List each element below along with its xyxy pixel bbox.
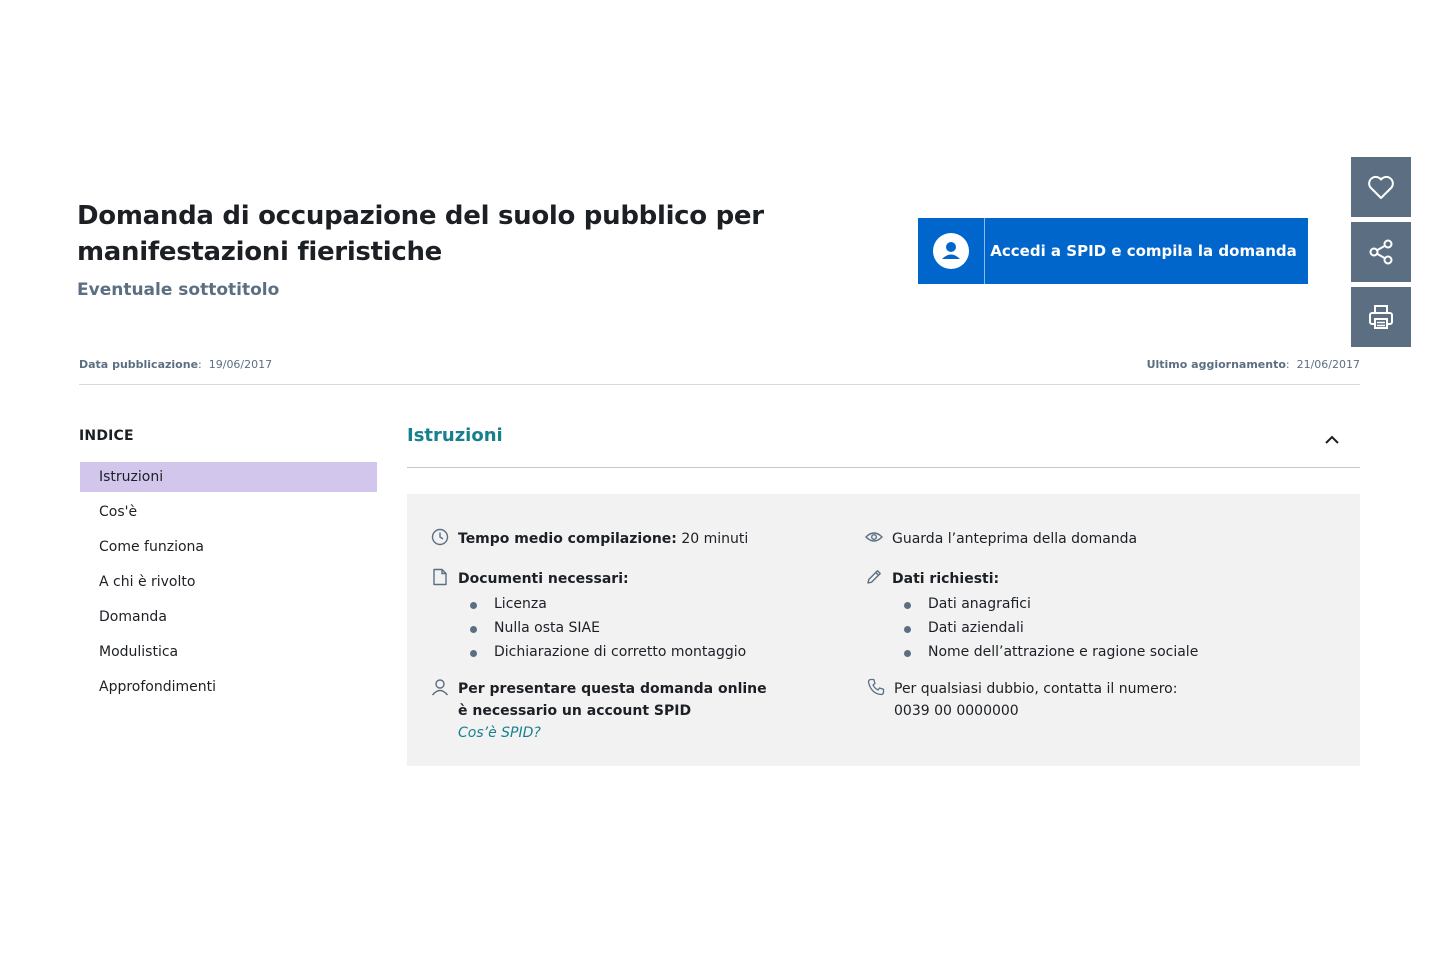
index-item-domanda[interactable]: Domanda [80,602,377,637]
what-is-spid-link[interactable]: Cos’è SPID? [458,725,541,741]
updated-date: Ultimo aggiornamento: 21/06/2017 [1146,358,1360,371]
index-item-modulistica[interactable]: Modulistica [80,637,377,672]
user-outline-icon [431,679,449,696]
list-item: Nulla osta SIAE [458,616,746,640]
index-item-a-chi-e-rivolto[interactable]: A chi è rivolto [80,567,377,602]
data-list: Dati anagrafici Dati aziendali Nome dell… [892,592,1198,664]
index-nav: Istruzioni Cos'è Come funziona A chi è r… [80,462,377,707]
index-item-come-funziona[interactable]: Come funziona [80,532,377,567]
page-title: Domanda di occupazione del suolo pubblic… [77,201,764,267]
heart-icon [1368,175,1394,199]
index-item-istruzioni[interactable]: Istruzioni [80,462,377,492]
spid-login-label: Accedi a SPID e compila la domanda [990,242,1297,260]
share-icon [1369,239,1393,265]
preview-link[interactable]: Guarda l’anteprima della domanda [892,528,1137,550]
phone-icon [867,678,885,696]
list-item: Licenza [458,592,746,616]
share-button[interactable] [1351,222,1411,282]
eye-icon [865,532,883,542]
clock-icon [431,528,449,546]
favorite-button[interactable] [1351,157,1411,217]
published-date: Data pubblicazione: 19/06/2017 [79,358,273,371]
pencil-icon [867,570,881,584]
document-icon [433,568,447,586]
list-item: Dati anagrafici [892,592,1198,616]
section-header[interactable]: Istruzioni [407,420,1360,468]
index-item-cos-e[interactable]: Cos'è [80,497,377,532]
section-title: Istruzioni [407,425,503,446]
index-title: INDICE [79,428,134,444]
index-item-approfondimenti[interactable]: Approfondimenti [80,672,377,707]
list-item: Nome dell’attrazione e ragione sociale [892,640,1198,664]
print-icon [1369,305,1393,329]
spid-login-button[interactable]: Accedi a SPID e compila la domanda [918,218,1308,284]
docs-list: Licenza Nulla osta SIAE Dichiarazione di… [458,592,746,664]
user-icon [918,218,985,284]
list-item: Dichiarazione di corretto montaggio [458,640,746,664]
list-item: Dati aziendali [892,616,1198,640]
side-actions [1351,157,1411,352]
page-subtitle: Eventuale sottotitolo [77,280,280,300]
chevron-up-icon[interactable] [1324,430,1340,449]
print-button[interactable] [1351,287,1411,347]
info-box: Tempo medio compilazione: 20 minuti Docu… [407,494,1360,766]
contact-number: 0039 00 0000000 [894,703,1019,719]
meta-row: Data pubblicazione: 19/06/2017 Ultimo ag… [79,358,1360,385]
